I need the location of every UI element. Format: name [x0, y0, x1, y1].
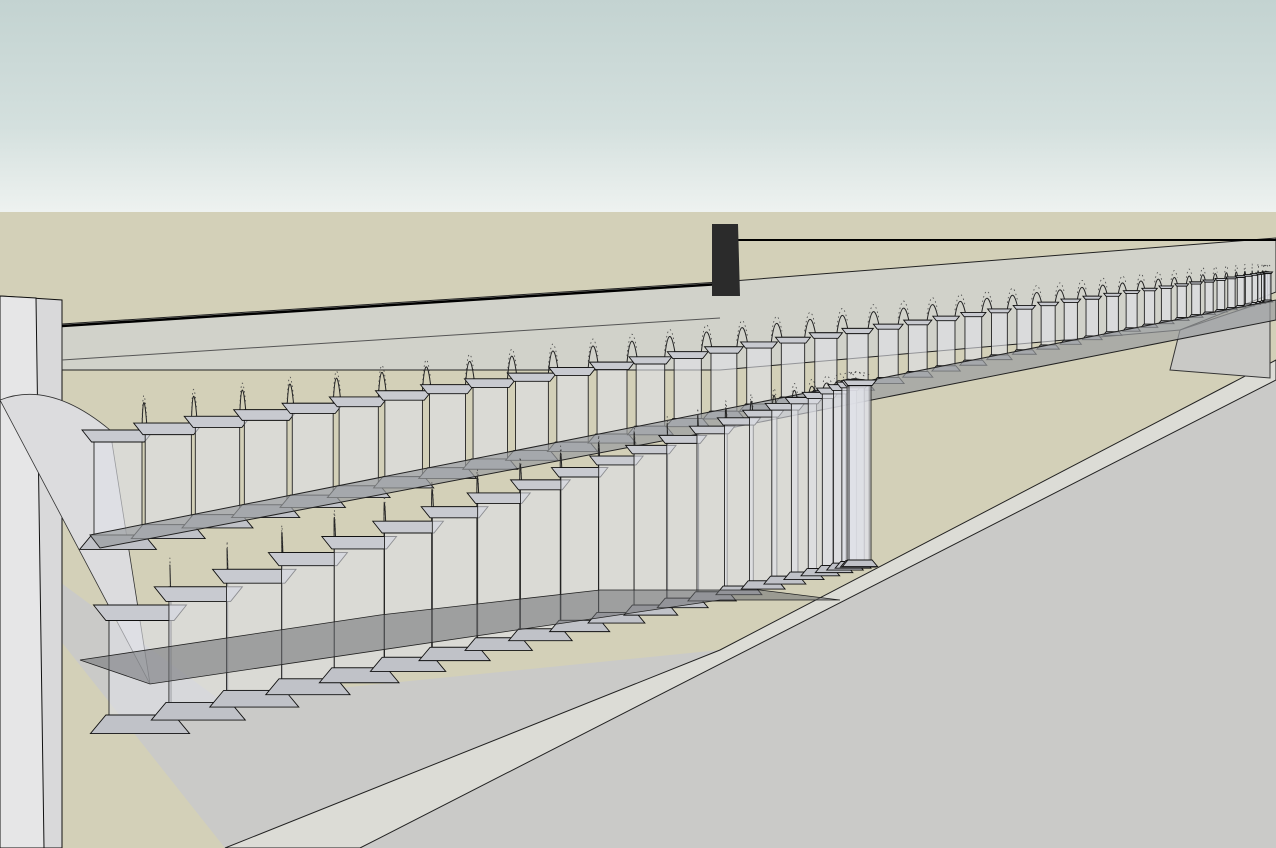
upper-pier: [1262, 271, 1274, 303]
upper-pier: [1224, 276, 1239, 311]
upper-pier: [1234, 275, 1248, 309]
aqueduct-model[interactable]: [0, 0, 1276, 848]
modeling-viewport[interactable]: [0, 0, 1276, 848]
left-abutment: [0, 295, 151, 848]
